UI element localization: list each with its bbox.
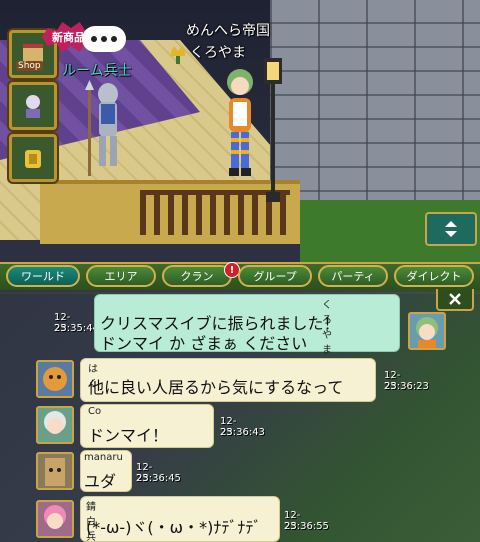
dot [101,36,107,42]
tab-label: ダイレクト [406,270,462,283]
tab-label: エリア [104,270,138,283]
avatar-portrait [410,314,444,348]
avatar[interactable] [36,360,74,398]
tab-label: パーティ [331,270,375,283]
avatar-portrait [38,502,72,536]
message-time: 23:36:55 [284,521,329,532]
player-character[interactable] [220,64,260,180]
equipment-icon [25,150,41,168]
tab-group[interactable]: グループ [238,265,312,287]
npc-speech-bubble[interactable] [82,26,126,52]
avatar[interactable] [36,500,74,538]
dot [111,36,117,42]
chat-log[interactable]: 12-25 23:35:44 くろやまさん クリスマスイブに振られました！ ドン… [0,290,480,542]
guild-name: めんへら帝国 [186,23,270,39]
tab-area[interactable]: エリア [86,265,156,287]
npc-name: ルーム兵士 [62,63,132,79]
equipment-button[interactable] [9,134,57,182]
shop-label: Shop [16,61,43,71]
close-icon [449,293,461,305]
avatar-portrait [38,408,72,442]
message-text-line: ドンマイ か ざまぁ ください [100,334,308,353]
close-chat-button[interactable] [436,289,474,311]
tab-world[interactable]: ワールド [6,265,80,287]
avatar[interactable] [36,406,74,444]
npc-soldier[interactable] [82,80,134,180]
avatar[interactable] [36,452,74,490]
tab-label: クラン [180,270,214,283]
chat-toggle-button[interactable] [425,212,477,246]
tab-label: グループ [253,270,297,283]
tab-party[interactable]: パーティ [318,265,388,287]
character-button[interactable] [9,82,57,130]
lamp-post [264,58,282,202]
crown-icon [171,46,185,64]
chat-toggle-icon [445,221,457,237]
message-text: ドンマイ！ [88,426,169,445]
avatar[interactable] [408,312,446,350]
tab-clan[interactable]: クラン [162,265,232,287]
avatar-portrait [38,454,72,488]
message-time: 23:35:44 [54,323,99,334]
message-time: 23:36:43 [220,427,265,438]
avatar-portrait [38,362,72,396]
message-text: (*-ω-)ヾ(・ω・*)ﾅﾃﾞﾅﾃﾞ [86,518,262,537]
player-name: くろやま [190,45,246,61]
message-sender: manaru [84,452,123,463]
message-sender: Co [88,406,102,417]
tab-label: ワールド [21,270,65,283]
message-text: 他に良い人居るから気にするなって [88,378,344,397]
game-scene[interactable]: Shop 新商品! ルーム兵士 めんへら帝国 くろやま [0,0,480,270]
character-icon [26,95,40,118]
message-text: ユダ [84,472,117,491]
message-time: 23:36:23 [384,381,429,392]
dot [91,36,97,42]
tab-direct[interactable]: ダイレクト [394,265,474,287]
message-time: 23:36:45 [136,473,181,484]
